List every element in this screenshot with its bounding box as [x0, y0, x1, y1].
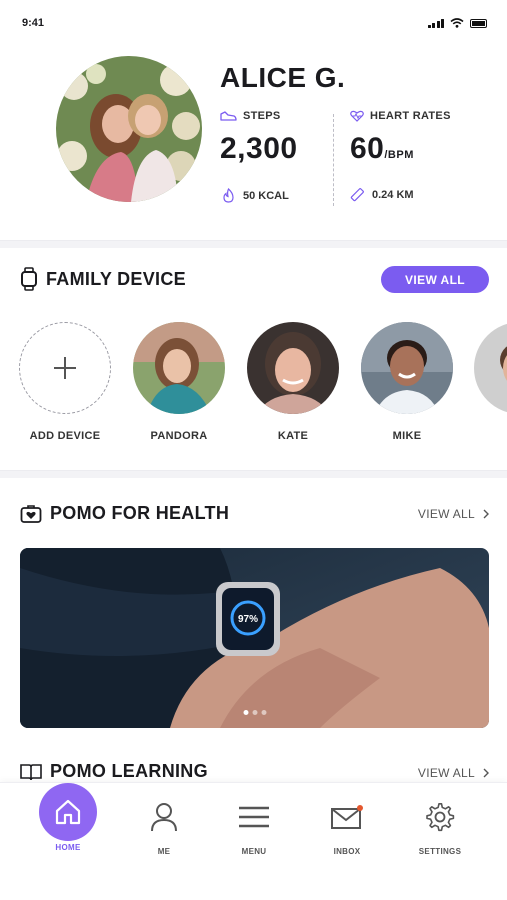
status-icons — [427, 18, 487, 28]
learning-view-all-link[interactable]: VIEW ALL — [418, 766, 489, 780]
health-header: POMO FOR HEALTH — [20, 503, 229, 524]
stats-divider — [333, 114, 334, 206]
distance-value: 0.24 KM — [372, 189, 414, 201]
nav-me[interactable]: ME — [124, 783, 204, 856]
shoe-icon — [220, 110, 237, 121]
heart-rate-stat: HEART RATES 60/BPM — [350, 110, 451, 166]
menu-icon — [239, 806, 269, 828]
health-banner[interactable]: 97% — [20, 548, 489, 728]
device-avatar[interactable] — [247, 322, 339, 414]
device-item-partial[interactable] — [466, 322, 507, 414]
home-icon[interactable] — [39, 783, 97, 841]
calories-value: 50 KCAL — [243, 189, 289, 202]
notification-dot — [357, 805, 363, 811]
nav-inbox[interactable]: INBOX — [307, 783, 387, 856]
device-label: PANDORA — [150, 430, 208, 442]
watch-reading: 97% — [238, 614, 258, 625]
watch-icon — [21, 267, 37, 291]
carousel-dot[interactable] — [243, 710, 248, 715]
ruler-icon — [350, 188, 364, 202]
nav-settings[interactable]: SETTINGS — [400, 783, 480, 856]
family-view-all-button[interactable]: VIEW ALL — [381, 266, 489, 293]
user-name: ALICE G. — [220, 62, 346, 93]
add-device-button[interactable] — [19, 322, 111, 414]
nav-label: SETTINGS — [418, 847, 462, 856]
battery-icon — [470, 18, 487, 28]
mail-icon — [331, 805, 363, 829]
distance-stat: 0.24 KM — [350, 188, 414, 202]
steps-value: 2,300 — [220, 132, 298, 165]
chevron-right-icon — [483, 768, 489, 778]
bottom-nav: HOME ME MENU INBOX SETTINGS — [0, 782, 507, 900]
heart-rate-value: 60 — [350, 132, 385, 165]
profile-summary: ALICE G. STEPS 2,300 HEART RATES 60/BPM … — [0, 44, 507, 242]
nav-label: MENU — [241, 847, 267, 856]
avatar[interactable] — [56, 56, 202, 202]
nav-label: INBOX — [333, 847, 361, 856]
device-label: MIKE — [392, 430, 422, 442]
device-item-pandora[interactable]: PANDORA — [124, 322, 234, 442]
section-divider — [0, 240, 507, 248]
health-view-all-label: VIEW ALL — [417, 507, 475, 521]
signal-icon — [427, 18, 444, 28]
calories-stat: 50 KCAL — [222, 188, 289, 203]
device-item-mike[interactable]: MIKE — [352, 322, 462, 442]
heart-rate-unit: /BPM — [384, 149, 414, 161]
wifi-icon — [450, 18, 464, 28]
steps-label: STEPS — [243, 110, 281, 122]
heart-rate-label: HEART RATES — [370, 110, 451, 122]
device-avatar[interactable] — [361, 322, 453, 414]
plus-icon — [54, 357, 76, 379]
add-device-item[interactable]: ADD DEVICE — [10, 322, 120, 442]
book-icon — [20, 763, 42, 780]
heart-rate-icon — [350, 110, 364, 122]
section-divider — [0, 470, 507, 478]
health-title: POMO FOR HEALTH — [50, 503, 230, 523]
gear-icon — [426, 802, 455, 832]
flame-icon — [223, 188, 234, 203]
nav-home[interactable]: HOME — [28, 779, 108, 852]
nav-label: ME — [157, 847, 171, 856]
carousel-dots[interactable] — [243, 710, 266, 715]
device-label: KATE — [277, 430, 309, 442]
family-device-list[interactable]: ADD DEVICE PANDORA KATE MIKE — [0, 322, 507, 452]
device-avatar[interactable] — [474, 322, 507, 414]
carousel-dot[interactable] — [261, 710, 266, 715]
device-item-kate[interactable]: KATE — [238, 322, 348, 442]
nav-label: HOME — [55, 843, 81, 852]
device-label: ADD DEVICE — [29, 430, 101, 442]
person-icon — [151, 803, 177, 832]
carousel-dot[interactable] — [252, 710, 257, 715]
family-device-header: FAMILY DEVICE — [20, 267, 186, 291]
health-view-all-link[interactable]: VIEW ALL — [418, 507, 489, 521]
learning-view-all-label: VIEW ALL — [417, 766, 475, 780]
status-time: 9:41 — [22, 17, 45, 29]
device-avatar[interactable] — [133, 322, 225, 414]
family-device-title: FAMILY DEVICE — [46, 268, 186, 289]
nav-menu[interactable]: MENU — [214, 783, 294, 856]
heart-bag-icon — [20, 504, 42, 523]
status-bar: 9:41 — [0, 0, 507, 44]
chevron-right-icon — [483, 509, 489, 519]
steps-stat: STEPS 2,300 — [220, 110, 298, 166]
